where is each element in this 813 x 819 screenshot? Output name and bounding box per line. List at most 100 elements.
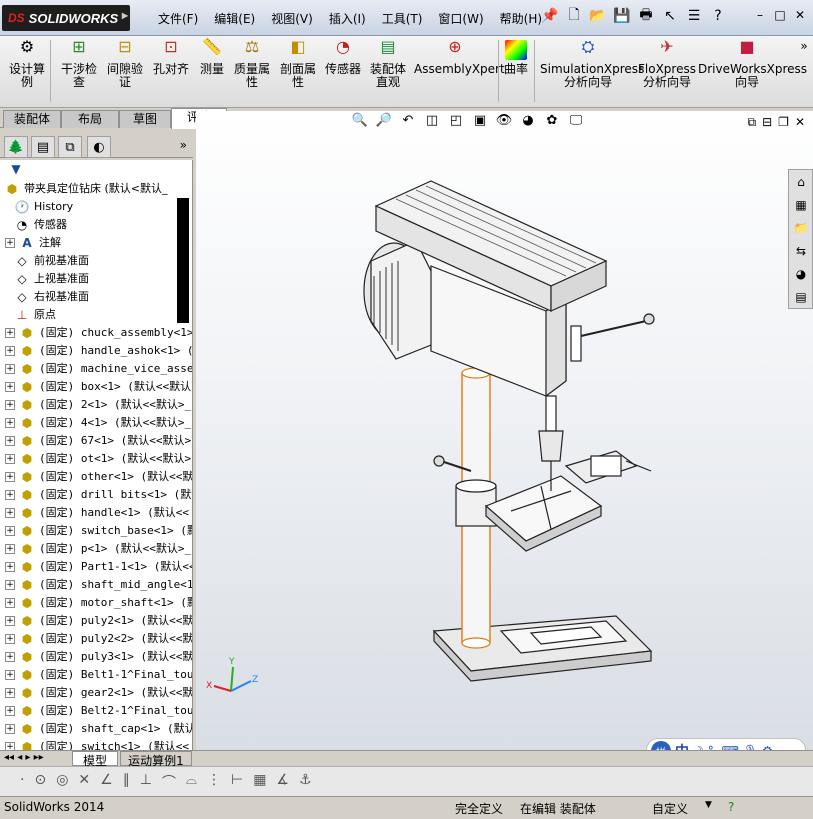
sensor-button[interactable]: ◔ 传感器 <box>322 39 364 76</box>
tree-item-sensor[interactable]: ◔ 传感器 <box>14 216 67 234</box>
midpoint-icon[interactable]: ⋮ <box>207 772 221 792</box>
cross-icon[interactable]: ✕ <box>78 772 90 792</box>
tab-motion-study[interactable]: 运动算例1 <box>120 751 192 768</box>
menu-file[interactable]: 文件(F) <box>150 10 206 27</box>
tree-root[interactable]: ⬢ 带夹具定位钻床 (默认<默认_ <box>0 180 168 198</box>
filter-row[interactable]: ▼ <box>0 160 28 178</box>
hole-align-button[interactable]: ⊡ 孔对齐 <box>150 39 192 76</box>
parallel-icon[interactable]: ∥ <box>123 772 130 792</box>
print-icon[interactable]: 🖶 <box>636 6 656 26</box>
perpendicular-icon[interactable]: ⊥ <box>140 772 152 792</box>
help-icon[interactable]: ? <box>708 6 728 26</box>
tree-part-row[interactable]: + ⬢ (固定) Belt1-1^Final_touc <box>0 666 192 684</box>
view-palette-icon[interactable]: ⇆ <box>790 240 812 262</box>
close-icon[interactable]: ✕ <box>791 8 809 24</box>
dropdown-icon[interactable]: ▼ <box>705 800 712 810</box>
tab-sketch[interactable]: 草图 <box>119 110 171 128</box>
tree-part-row[interactable]: + ⬢ (固定) handle<1> (默认<< <box>0 504 189 522</box>
tab-layout[interactable]: 布局 <box>61 110 119 128</box>
expand-icon[interactable]: + <box>5 382 15 392</box>
tree-part-row[interactable]: + ⬢ (固定) switch<1> (默认<< <box>0 738 189 750</box>
grid-icon[interactable]: ▦ <box>253 772 266 792</box>
expand-icon[interactable]: + <box>5 544 15 554</box>
expand-icon[interactable]: + <box>5 634 15 644</box>
mass-props-button[interactable]: ⚖ 质量属性 <box>230 39 274 89</box>
minimize-icon[interactable]: – <box>751 8 769 24</box>
driveworks-button[interactable]: ■ DriveWorksXpress向导 <box>698 39 807 89</box>
maximize-icon[interactable]: □ <box>771 8 789 24</box>
section-props-button[interactable]: ◧ 剖面属性 <box>276 39 320 89</box>
tree-part-row[interactable]: + ⬢ (固定) shaft_cap<1> (默认< <box>0 720 192 738</box>
tree-item-right-plane[interactable]: ◇ 右视基准面 <box>14 288 89 306</box>
expand-icon[interactable]: + <box>5 364 15 374</box>
sketch-angle-icon[interactable]: ∡ <box>276 772 289 792</box>
expand-icon[interactable]: + <box>5 472 15 482</box>
tree-part-row[interactable]: + ⬢ (固定) other<1> (默认<<默 <box>0 468 192 486</box>
solidworks-logo[interactable]: DS SOLIDWORKS ▶ <box>2 5 130 31</box>
select-arrow-icon[interactable]: ↖ <box>660 6 680 26</box>
home-icon[interactable]: ⌂ <box>790 171 812 193</box>
tree-item-front-plane[interactable]: ◇ 前视基准面 <box>14 252 89 270</box>
tree-part-row[interactable]: + ⬢ (固定) gear2<1> (默认<<默 <box>0 684 192 702</box>
panel-expand-icon[interactable]: » <box>180 138 187 152</box>
menu-tools[interactable]: 工具(T) <box>374 10 431 27</box>
expand-icon[interactable]: + <box>5 670 15 680</box>
dimension-icon[interactable]: ⊢ <box>231 772 243 792</box>
tree-part-row[interactable]: + ⬢ (固定) puly2<1> (默认<<默 <box>0 612 192 630</box>
tree-item-history[interactable]: 🕐 History <box>14 198 74 216</box>
asm-xpert-button[interactable]: ⊕ AssemblyXpert <box>414 39 505 76</box>
concentric-icon[interactable]: ◎ <box>56 772 68 792</box>
expand-icon[interactable]: + <box>5 706 15 716</box>
tab-assembly[interactable]: 装配体 <box>3 110 61 128</box>
expand-icon[interactable]: + <box>5 562 15 572</box>
tangent-icon[interactable]: ⌒ <box>162 772 176 792</box>
expand-icon[interactable]: + <box>5 508 15 518</box>
resources-icon[interactable]: ▦ <box>790 194 812 216</box>
design-study-button[interactable]: ⚙ 设计算例 <box>8 39 46 89</box>
expand-icon[interactable]: + <box>5 742 15 750</box>
expand-icon[interactable]: + <box>5 724 15 734</box>
ribbon-more-icon[interactable]: » <box>798 40 810 53</box>
interference-button[interactable]: ⊞ 干涉检查 <box>58 39 100 89</box>
tree-part-row[interactable]: + ⬢ (固定) chuck_assembly<1> ( <box>0 324 192 342</box>
appearances-icon[interactable]: ◕ <box>790 263 812 285</box>
help-icon[interactable]: ? <box>728 800 734 814</box>
custom-props-icon[interactable]: ▤ <box>790 286 812 308</box>
property-manager-tab-icon[interactable]: ▤ <box>31 136 55 158</box>
status-custom[interactable]: 自定义 <box>652 800 688 817</box>
config-manager-tab-icon[interactable]: ⧉ <box>58 136 82 158</box>
tree-item-top-plane[interactable]: ◇ 上视基准面 <box>14 270 89 288</box>
tree-part-row[interactable]: + ⬢ (固定) 67<1> (默认<<默认> <box>0 432 191 450</box>
expand-icon[interactable]: + <box>5 526 15 536</box>
curvature-button[interactable]: 曲率 <box>502 40 530 76</box>
feature-tree-tab-icon[interactable]: 🌲 <box>4 136 28 158</box>
tree-part-row[interactable]: + ⬢ (固定) puly3<1> (默认<<默 <box>0 648 192 666</box>
tree-part-row[interactable]: + ⬢ (固定) machine_vice_assem <box>0 360 192 378</box>
tree-part-row[interactable]: + ⬢ (固定) ot<1> (默认<<默认> <box>0 450 191 468</box>
tab-model[interactable]: 模型 <box>72 751 118 768</box>
fix-icon[interactable]: ⚓ <box>299 772 312 792</box>
circle-icon[interactable]: ⊙ <box>34 772 46 792</box>
floxpress-button[interactable]: ✈ FloXpress分析向导 <box>638 39 696 89</box>
expand-icon[interactable]: + <box>5 598 15 608</box>
expand-icon[interactable]: + <box>5 346 15 356</box>
tree-part-row[interactable]: + ⬢ (固定) Part1-1<1> (默认<< <box>0 558 192 576</box>
expand-icon[interactable]: + <box>5 652 15 662</box>
tree-part-row[interactable]: + ⬢ (固定) box<1> (默认<<默认 <box>0 378 191 396</box>
tree-part-row[interactable]: + ⬢ (固定) p<1> (默认<<默认>_ <box>0 540 191 558</box>
asm-visual-button[interactable]: ▤ 装配体直观 <box>366 39 410 89</box>
expand-icon[interactable]: + <box>5 454 15 464</box>
tree-part-row[interactable]: + ⬢ (固定) handle_ashok<1> ( <box>0 342 192 360</box>
menu-edit[interactable]: 编辑(E) <box>206 10 263 27</box>
drill-press-model[interactable]: X Y Z <box>196 111 813 765</box>
tree-part-row[interactable]: + ⬢ (固定) drill bits<1> (默认 <box>0 486 192 504</box>
tree-part-row[interactable]: + ⬢ (固定) shaft_mid_angle<1> <box>0 576 192 594</box>
expand-icon[interactable]: + <box>5 238 15 248</box>
tree-part-row[interactable]: + ⬢ (固定) motor_shaft<1> (默 <box>0 594 192 612</box>
file-explorer-icon[interactable]: 📁 <box>790 217 812 239</box>
options-icon[interactable]: ☰ <box>684 6 704 26</box>
tree-part-row[interactable]: + ⬢ (固定) 4<1> (默认<<默认>_ <box>0 414 191 432</box>
graphics-viewport[interactable]: 🔍 🔎 ↶ ◫ ◰ ▣ 👁 ◕ ✿ 🖵 ⧉ ⊟ ❐ ✕ X Y Z ⌂ ▦ 📁 … <box>196 111 813 765</box>
open-folder-icon[interactable]: 📂 <box>588 6 608 26</box>
expand-icon[interactable]: + <box>5 616 15 626</box>
